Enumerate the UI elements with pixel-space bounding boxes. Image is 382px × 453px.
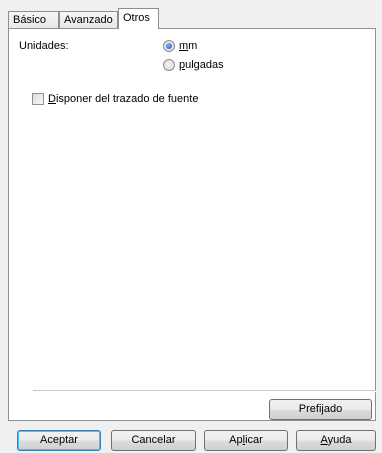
help-text: yuda <box>327 434 352 446</box>
help-button[interactable]: Ayuda <box>296 430 376 451</box>
radio-pulgadas-text: ulgadas <box>185 59 224 71</box>
ok-button[interactable]: Aceptar <box>17 430 101 451</box>
apply-text-start: Ap <box>229 434 243 446</box>
outline-checkbox-label[interactable]: Disponer del trazado de fuente <box>48 93 198 105</box>
radio-pulgadas-indicator[interactable] <box>163 59 175 71</box>
radio-mm-indicator[interactable] <box>163 40 175 52</box>
radio-mm-label[interactable]: mm <box>179 40 197 52</box>
tab-page-otros: Unidades: mm pulgadas Disponer del traza… <box>8 28 376 421</box>
help-accel: A <box>320 434 328 446</box>
tab-basico[interactable]: Básico <box>8 11 59 28</box>
outline-checkbox-box[interactable] <box>32 93 44 105</box>
defaults-button[interactable]: Prefijado <box>269 399 372 420</box>
units-label: Unidades: <box>19 40 69 52</box>
radio-mm-text: m <box>188 40 198 52</box>
outline-accel: D <box>48 93 56 105</box>
cancel-button[interactable]: Cancelar <box>111 430 196 451</box>
radio-mm-accel: m <box>179 40 189 52</box>
outline-text: isponer del trazado de fuente <box>55 93 199 105</box>
tab-avanzado[interactable]: Avanzado <box>59 11 118 28</box>
apply-button[interactable]: Aplicar <box>204 430 288 451</box>
separator <box>33 390 376 392</box>
radio-pulgadas-label[interactable]: pulgadas <box>179 59 224 71</box>
tab-otros[interactable]: Otros <box>118 8 159 29</box>
apply-text-end: icar <box>245 434 263 446</box>
options-dialog: Básico Avanzado Otros Unidades: mm pulga… <box>0 0 382 453</box>
